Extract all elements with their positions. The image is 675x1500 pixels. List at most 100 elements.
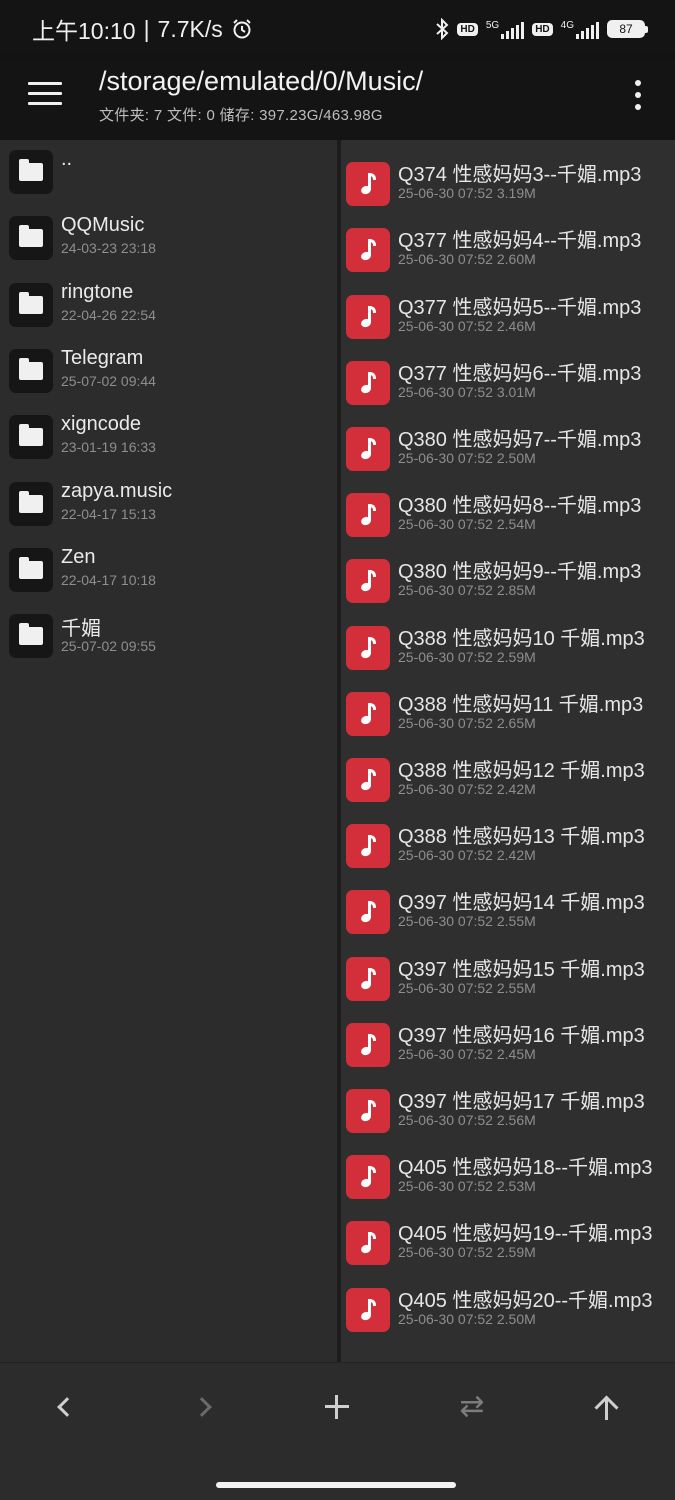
file-item[interactable]: Q397 性感妈妈16 千媚.mp3 25-06-30 07:52 2.45M [341,1009,675,1075]
file-meta: 25-06-30 07:52 3.19M [398,185,536,202]
battery-level: 87 [619,22,633,36]
folder-name: ringtone [61,280,134,303]
file-item[interactable]: Q380 性感妈妈9--千媚.mp3 25-06-30 07:52 2.85M [341,545,675,611]
file-name: Q377 性感妈妈6--千媚.mp3 [398,362,642,385]
storage-stats: 文件夹: 7 文件: 0 储存: 397.23G/463.98G [99,107,383,124]
file-meta: 25-06-30 07:52 2.45M [398,1045,536,1062]
file-meta: 25-06-30 07:52 2.60M [398,251,536,268]
more-options-icon[interactable] [635,80,641,110]
folder-item[interactable]: .. [0,140,337,206]
file-item[interactable]: Q380 性感妈妈7--千媚.mp3 25-06-30 07:52 2.50M [341,413,675,479]
file-item[interactable]: Q377 性感妈妈5--千媚.mp3 25-06-30 07:52 2.46M [341,281,675,347]
file-meta: 25-06-30 07:52 2.59M [398,648,536,665]
file-name: Q397 性感妈妈14 千媚.mp3 [398,892,645,915]
file-name: Q397 性感妈妈16 千媚.mp3 [398,1024,645,1047]
battery-icon: 87 [607,20,648,38]
add-button[interactable] [307,1385,367,1429]
file-item[interactable]: Q388 性感妈妈13 千媚.mp3 25-06-30 07:52 2.42M [341,810,675,876]
file-meta: 25-06-30 07:52 2.85M [398,582,536,599]
back-button[interactable] [37,1385,97,1429]
status-left: 上午10:10 | 7.7K/s [32,12,253,46]
file-meta: 25-06-30 07:52 2.65M [398,714,536,731]
parent-folder-button[interactable] [577,1385,637,1429]
swap-panes-button[interactable]: ⇄ [442,1385,502,1429]
folder-date: 25-07-02 09:55 [61,638,156,655]
folder-name: 千媚 [61,618,101,641]
folder-item[interactable]: Telegram 25-07-02 09:44 [0,339,337,405]
music-file-icon [346,758,390,802]
hd-badge-2: HD [532,22,553,36]
file-meta: 25-06-30 07:52 2.46M [398,317,536,334]
network-type-2: 4G [561,20,599,39]
chevron-left-icon [57,1397,77,1417]
folder-item[interactable]: xigncode 23-01-19 16:33 [0,405,337,471]
file-name: Q377 性感妈妈4--千媚.mp3 [398,230,642,253]
swap-icon: ⇄ [459,1390,485,1423]
music-file-icon [346,294,390,339]
music-file-icon [346,890,390,935]
folder-date: 22-04-26 22:54 [61,306,156,323]
network-label-2: 4G [560,19,574,31]
file-item[interactable]: Q388 性感妈妈10 千媚.mp3 25-06-30 07:52 2.59M [341,612,675,678]
file-item[interactable]: Q405 性感妈妈18--千媚.mp3 25-06-30 07:52 2.53M [341,1141,675,1207]
music-file-icon [346,1287,390,1332]
file-item[interactable]: Q377 性感妈妈6--千媚.mp3 25-06-30 07:52 3.01M [341,347,675,413]
music-file-icon [346,1022,390,1067]
folder-item[interactable]: ringtone 22-04-26 22:54 [0,273,337,339]
file-item[interactable]: Q405 性感妈妈19--千媚.mp3 25-06-30 07:52 2.59M [341,1207,675,1273]
file-name: Q397 性感妈妈17 千媚.mp3 [398,1091,645,1113]
file-name: Q405 性感妈妈18--千媚.mp3 [398,1157,653,1180]
menu-icon[interactable] [28,82,62,108]
file-name: Q377 性感妈妈5--千媚.mp3 [398,296,642,319]
folder-name: Telegram [61,346,144,369]
folder-item[interactable]: Zen 22-04-17 10:18 [0,538,337,604]
folder-icon [9,547,53,592]
status-separator: | [143,15,150,42]
forward-button[interactable] [172,1385,232,1429]
file-meta: 25-06-30 07:52 2.54M [398,516,536,533]
file-item[interactable]: Q388 性感妈妈11 千媚.mp3 25-06-30 07:52 2.65M [341,678,675,744]
file-name: Q380 性感妈妈8--千媚.mp3 [398,495,642,518]
file-item[interactable]: Q377 性感妈妈4--千媚.mp3 25-06-30 07:52 2.60M [341,214,675,280]
file-item[interactable]: Q388 性感妈妈12 千媚.mp3 25-06-30 07:52 2.42M [341,744,675,810]
folder-item[interactable]: zapya.music 22-04-17 15:13 [0,472,337,538]
status-right: HD 5G HD 4G 87 [435,18,648,40]
file-name: Q380 性感妈妈7--千媚.mp3 [398,429,642,451]
folder-item[interactable]: 千媚 25-07-02 09:55 [0,604,337,670]
file-item[interactable]: Q397 性感妈妈15 千媚.mp3 25-06-30 07:52 2.55M [341,943,675,1009]
music-file-icon [346,360,390,405]
music-file-icon [346,1089,390,1133]
folder-date: 25-07-02 09:44 [61,372,156,389]
music-file-icon [346,162,390,207]
home-indicator[interactable] [216,1482,456,1488]
file-meta: 25-06-30 07:52 2.59M [398,1244,536,1261]
music-file-icon [346,1155,390,1200]
music-file-icon [346,1221,390,1266]
signal-bars-1-icon [501,21,525,39]
file-item[interactable]: Q397 性感妈妈17 千媚.mp3 25-06-30 07:52 2.56M [341,1075,675,1141]
folder-date: 23-01-19 16:33 [61,439,156,456]
file-item[interactable]: 25-06-30 07:52 2.82M [341,140,675,148]
folder-icon [9,614,53,659]
left-pane: .. QQMusic 24-03-23 23:18 ringtone 22-04-26 … [0,140,337,1362]
arrow-up-icon [594,1394,620,1420]
music-file-icon [346,824,390,869]
app-header: /storage/emulated/0/Music/ 文件夹: 7 文件: 0 … [0,58,675,140]
music-file-icon [346,228,390,273]
folder-item[interactable]: QQMusic 24-03-23 23:18 [0,206,337,272]
file-item[interactable]: Q380 性感妈妈8--千媚.mp3 25-06-30 07:52 2.54M [341,479,675,545]
file-meta: 25-06-30 07:52 2.55M [398,979,536,996]
folder-icon [9,481,53,526]
file-item[interactable]: Q397 性感妈妈14 千媚.mp3 25-06-30 07:52 2.55M [341,876,675,942]
folder-date: 22-04-17 10:18 [61,571,156,588]
file-name: Q388 性感妈妈12 千媚.mp3 [398,760,645,782]
signal-bars-2-icon [576,21,599,39]
folder-icon [9,348,53,393]
file-item[interactable]: Q405 性感妈妈20--千媚.mp3 25-06-30 07:52 2.50M [341,1274,675,1340]
hd-badge-1: HD [457,22,478,36]
file-item[interactable]: Q374 性感妈妈3--千媚.mp3 25-06-30 07:52 3.19M [341,148,675,214]
file-meta: 25-06-30 07:52 2.42M [398,847,536,864]
folder-name: xigncode [61,413,142,436]
folder-icon [9,216,53,261]
music-file-icon [346,559,390,604]
